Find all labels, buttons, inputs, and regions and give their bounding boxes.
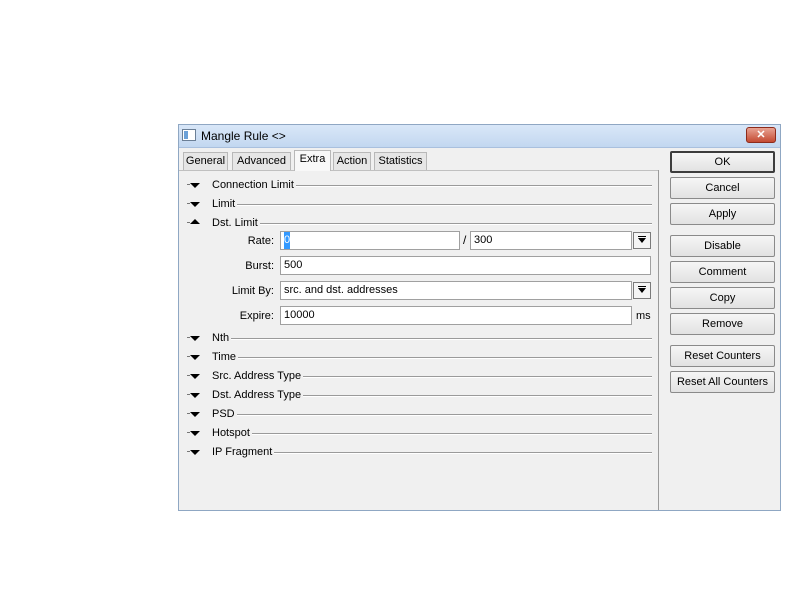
- section-label: PSD: [212, 407, 237, 421]
- window-title: Mangle Rule <>: [201, 129, 286, 143]
- dropdown-arrow-icon[interactable]: [633, 232, 651, 249]
- chevron-down-icon[interactable]: [190, 202, 200, 207]
- window-icon: [182, 129, 196, 141]
- section-src-address-type[interactable]: Src. Address Type: [187, 369, 652, 385]
- title-bar[interactable]: Mangle Rule <> ✕: [179, 125, 780, 148]
- divider: [658, 170, 659, 510]
- section-label: Connection Limit: [212, 178, 296, 192]
- section-ip-fragment[interactable]: IP Fragment: [187, 445, 652, 461]
- copy-button[interactable]: Copy: [670, 287, 775, 309]
- mangle-rule-window: Mangle Rule <> ✕ General Advanced Extra …: [178, 124, 781, 511]
- disable-button[interactable]: Disable: [670, 235, 775, 257]
- section-limit[interactable]: Limit: [187, 197, 652, 213]
- reset-all-counters-button[interactable]: Reset All Counters: [670, 371, 775, 393]
- chevron-down-icon[interactable]: [190, 355, 200, 360]
- section-nth[interactable]: Nth: [187, 331, 652, 347]
- dropdown-arrow-icon[interactable]: [633, 282, 651, 299]
- chevron-down-icon[interactable]: [190, 412, 200, 417]
- chevron-down-icon[interactable]: [190, 431, 200, 436]
- tab-advanced[interactable]: Advanced: [232, 152, 291, 170]
- section-label: Dst. Limit: [212, 216, 260, 230]
- expire-unit: ms: [636, 310, 651, 322]
- section-label: Hotspot: [212, 426, 252, 440]
- rate-input[interactable]: 0: [280, 231, 460, 250]
- limit-by-label: Limit By:: [231, 285, 274, 297]
- chevron-up-icon[interactable]: [190, 219, 200, 224]
- chevron-down-icon[interactable]: [190, 393, 200, 398]
- reset-counters-button[interactable]: Reset Counters: [670, 345, 775, 367]
- chevron-down-icon[interactable]: [190, 183, 200, 188]
- section-dst-address-type[interactable]: Dst. Address Type: [187, 388, 652, 404]
- section-dst-limit[interactable]: Dst. Limit: [187, 216, 652, 232]
- section-psd[interactable]: PSD: [187, 407, 652, 423]
- rate-unit-input[interactable]: 300: [470, 231, 632, 250]
- tab-statistics[interactable]: Statistics: [374, 152, 427, 170]
- chevron-down-icon[interactable]: [190, 374, 200, 379]
- burst-label: Burst:: [245, 260, 274, 272]
- section-label: Dst. Address Type: [212, 388, 304, 402]
- section-connection-limit[interactable]: Connection Limit: [187, 178, 652, 194]
- close-button[interactable]: ✕: [746, 127, 776, 143]
- close-icon: ✕: [756, 129, 766, 141]
- expire-input[interactable]: 10000: [280, 306, 632, 325]
- tab-action[interactable]: Action: [333, 152, 371, 170]
- chevron-down-icon[interactable]: [190, 336, 200, 341]
- ok-button[interactable]: OK: [670, 151, 775, 173]
- limit-by-select[interactable]: src. and dst. addresses: [280, 281, 632, 300]
- remove-button[interactable]: Remove: [670, 313, 775, 335]
- rate-value: 0: [284, 232, 291, 249]
- rate-label: Rate:: [247, 235, 274, 247]
- tab-extra[interactable]: Extra: [294, 150, 331, 171]
- apply-button[interactable]: Apply: [670, 203, 775, 225]
- section-label: Src. Address Type: [212, 369, 304, 383]
- section-label: Nth: [212, 331, 232, 345]
- section-time[interactable]: Time: [187, 350, 652, 366]
- chevron-down-icon[interactable]: [190, 450, 200, 455]
- section-label: Limit: [212, 197, 238, 211]
- section-label: Time: [212, 350, 239, 364]
- expire-label: Expire:: [239, 310, 274, 322]
- cancel-button[interactable]: Cancel: [670, 177, 775, 199]
- section-hotspot[interactable]: Hotspot: [187, 426, 652, 442]
- section-label: IP Fragment: [212, 445, 275, 459]
- tab-general[interactable]: General: [183, 152, 228, 170]
- comment-button[interactable]: Comment: [670, 261, 775, 283]
- burst-input[interactable]: 500: [280, 256, 651, 275]
- rate-separator: /: [463, 233, 467, 247]
